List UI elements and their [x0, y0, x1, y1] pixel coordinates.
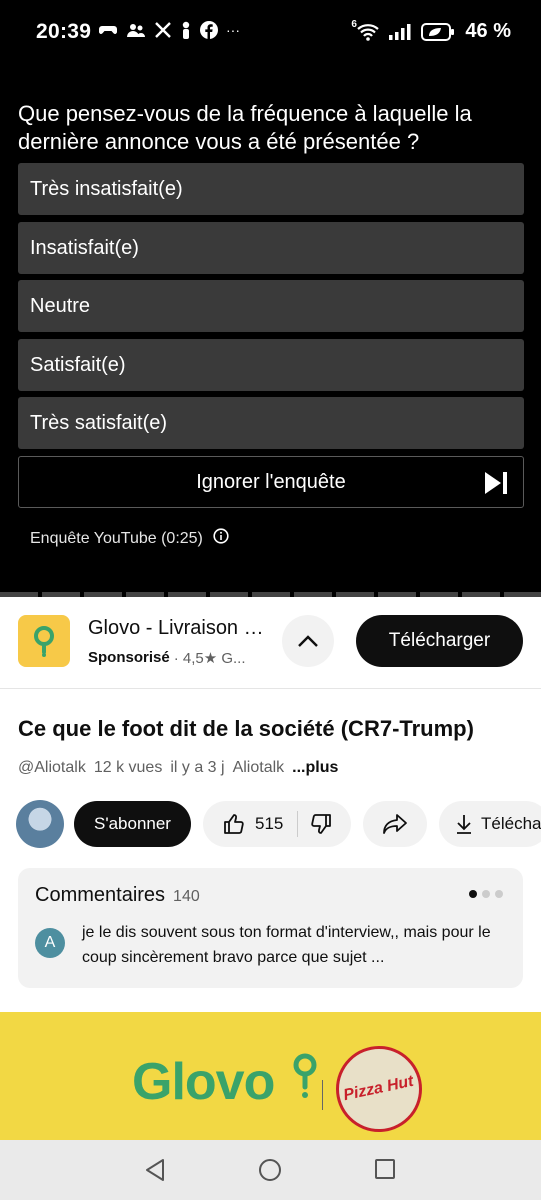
sponsored-app-card[interactable]: Glovo - Livraison de repas Sponsorisé · …: [0, 597, 541, 689]
home-icon[interactable]: [258, 1158, 282, 1187]
survey-option-unsatisfied[interactable]: Insatisfait(e): [18, 222, 524, 274]
share-button[interactable]: [363, 801, 427, 847]
survey-option-very-satisfied[interactable]: Très satisfait(e): [18, 397, 524, 449]
survey-question: Que pensez-vous de la fréquence à laquel…: [18, 101, 472, 154]
carousel-dot-active: [469, 890, 477, 898]
more-link[interactable]: ...plus: [292, 759, 338, 777]
survey-option-very-unsatisfied[interactable]: Très insatisfait(e): [18, 163, 524, 215]
skip-next-icon: [483, 470, 509, 502]
ad-rating: · 4,5★ G...: [173, 650, 246, 667]
comments-count: 140: [173, 888, 200, 905]
pizza-hut-wordmark: Pizza Hut: [342, 1072, 416, 1105]
back-icon[interactable]: [144, 1158, 166, 1187]
comments-title: Commentaires: [35, 884, 166, 906]
survey-overlay: Que pensez-vous de la fréquence à laquel…: [0, 62, 541, 597]
thumbs-down-icon: [311, 814, 332, 834]
channel-name: Aliotalk: [232, 759, 285, 776]
group-icon: [126, 22, 146, 38]
glovo-logo: Glovo: [132, 1052, 320, 1112]
download-video-button[interactable]: Téléchar: [439, 801, 541, 847]
dislike-button[interactable]: [298, 801, 332, 847]
banner-ad[interactable]: Glovo Pizza Hut: [0, 1012, 541, 1140]
skip-survey-button[interactable]: Ignorer l'enquête: [18, 456, 524, 508]
ad-meta: Sponsorisé · 4,5★ G...: [88, 649, 270, 667]
survey-footer-text: Enquête YouTube (0:25): [30, 529, 203, 547]
status-bar: 20:39 ··· 6 46 %: [0, 0, 541, 62]
collapse-ad-button[interactable]: [282, 615, 334, 667]
subscribe-button[interactable]: S'abonner: [74, 801, 191, 847]
survey-footer: Enquête YouTube (0:25): [30, 528, 229, 549]
figure-icon: [180, 21, 192, 39]
thumbs-up-icon: [224, 814, 244, 834]
x-logo-icon: [154, 21, 172, 39]
wifi-icon: 6: [351, 19, 380, 41]
carousel-dots: [469, 890, 503, 898]
ad-app-title: Glovo - Livraison de repas: [88, 617, 270, 639]
glovo-app-logo: [18, 615, 70, 667]
like-button[interactable]: 515: [203, 801, 283, 847]
info-icon[interactable]: [213, 528, 229, 549]
network-badge: 6: [351, 18, 357, 30]
battery-level: 46 %: [465, 20, 511, 42]
commenter-avatar: A: [35, 928, 65, 958]
more-dots-icon: ···: [226, 22, 240, 38]
like-dislike-pill: 515: [203, 801, 351, 847]
game-controller-icon: [98, 22, 118, 38]
share-icon: [383, 814, 407, 834]
recents-icon[interactable]: [374, 1158, 396, 1185]
video-title[interactable]: Ce que le foot dit de la société (CR7-Tr…: [18, 716, 528, 742]
battery-icon: [421, 22, 455, 42]
carousel-dot: [482, 890, 490, 898]
notification-icons: ···: [98, 21, 240, 39]
banner-divider: [322, 1080, 323, 1110]
system-navigation-bar: [0, 1140, 541, 1200]
carousel-dot: [495, 890, 503, 898]
channel-avatar[interactable]: [16, 800, 64, 848]
upload-age: il y a 3 j: [170, 759, 225, 776]
chevron-up-icon: [298, 635, 318, 647]
survey-option-neutral[interactable]: Neutre: [18, 280, 524, 332]
system-indicators: 6 46 %: [351, 19, 511, 43]
skip-survey-label: Ignorer l'enquête: [196, 470, 346, 493]
like-count: 515: [255, 814, 284, 833]
pizza-hut-logo: Pizza Hut: [336, 1046, 422, 1132]
video-meta[interactable]: @Aliotalk 12 k vues il y a 3 j Aliotalk …: [18, 759, 338, 777]
survey-option-satisfied[interactable]: Satisfait(e): [18, 339, 524, 391]
comments-header: Commentaires 140: [35, 884, 200, 907]
top-comment-text: je le dis souvent sous ton format d'inte…: [82, 924, 491, 966]
comments-panel[interactable]: Commentaires 140 A je le dis souvent sou…: [18, 868, 523, 988]
status-time: 20:39: [36, 20, 92, 43]
facebook-icon: [200, 21, 218, 39]
channel-handle: @Aliotalk: [18, 759, 86, 776]
glovo-wordmark: Glovo: [132, 1053, 275, 1111]
sponsored-label: Sponsorisé: [88, 649, 170, 666]
download-app-button[interactable]: Télécharger: [356, 615, 523, 667]
glovo-pin-icon: [293, 1053, 317, 1098]
download-icon: [457, 815, 471, 834]
download-label: Téléchar: [481, 814, 541, 833]
signal-icon: [389, 23, 411, 40]
view-count: 12 k vues: [93, 759, 163, 776]
